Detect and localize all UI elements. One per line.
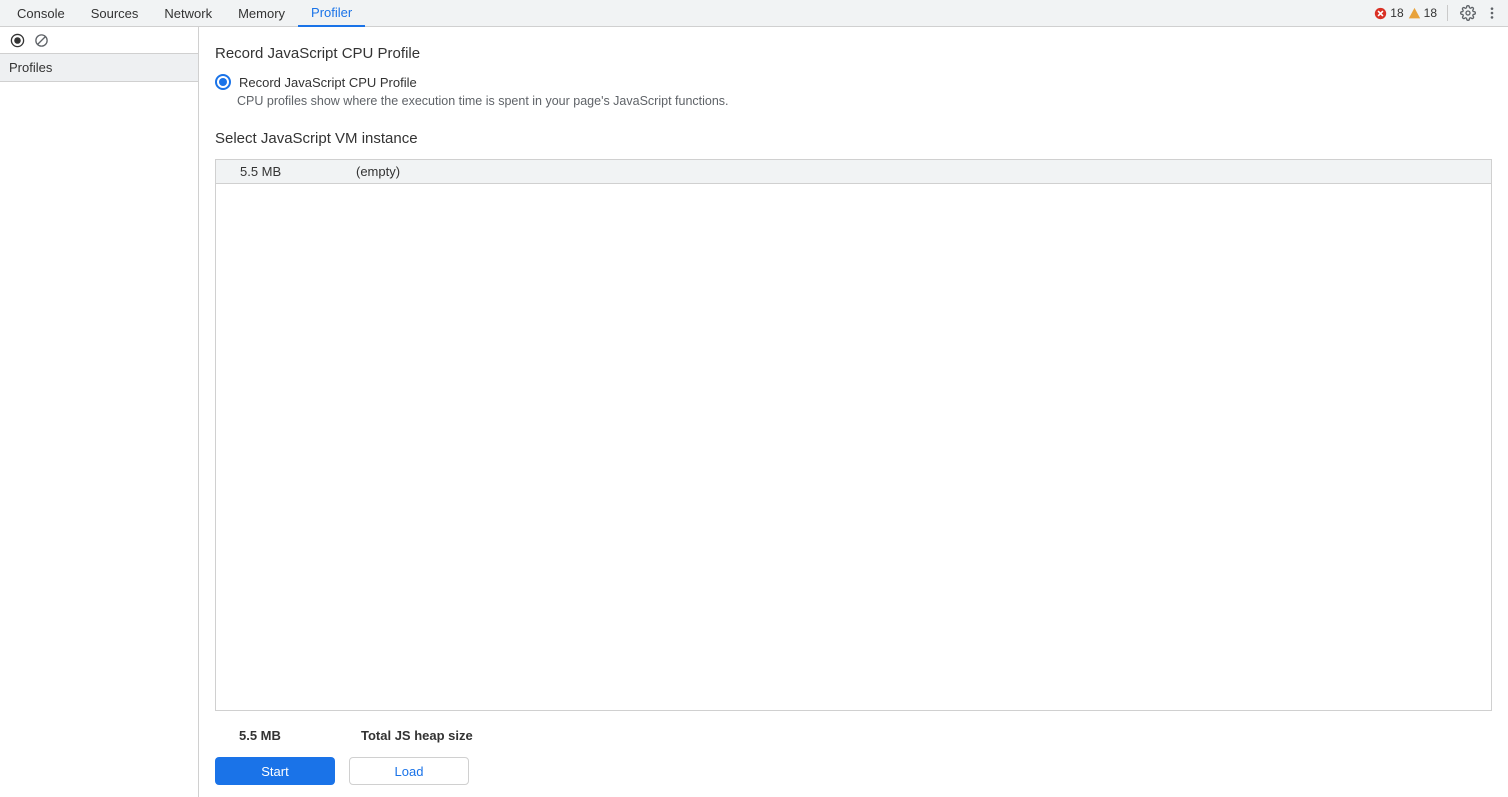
tab-sources[interactable]: Sources xyxy=(78,0,152,27)
record-icon xyxy=(10,33,25,48)
warning-count-value: 18 xyxy=(1424,6,1437,20)
warning-icon xyxy=(1408,7,1421,20)
vm-instance-size: 5.5 MB xyxy=(216,164,356,179)
warning-count[interactable]: 18 xyxy=(1408,6,1437,20)
load-button[interactable]: Load xyxy=(349,757,469,785)
gear-icon xyxy=(1460,5,1476,21)
kebab-icon xyxy=(1485,6,1499,20)
profiler-content: Record JavaScript CPU Profile Record Jav… xyxy=(199,27,1508,797)
profiles-sidebar: Profiles xyxy=(0,27,199,797)
record-cpu-profile-label[interactable]: Record JavaScript CPU Profile xyxy=(239,75,417,90)
divider xyxy=(1447,5,1448,21)
clear-icon xyxy=(34,33,49,48)
tab-console[interactable]: Console xyxy=(4,0,78,27)
vm-instance-row[interactable]: 5.5 MB (empty) xyxy=(216,160,1491,184)
error-count-value: 18 xyxy=(1390,6,1403,20)
tab-profiler[interactable]: Profiler xyxy=(298,0,365,27)
vm-instance-list: 5.5 MB (empty) xyxy=(215,159,1492,711)
status-group: 18 18 xyxy=(1374,3,1508,23)
record-button[interactable] xyxy=(8,31,26,49)
record-cpu-profile-description: CPU profiles show where the execution ti… xyxy=(237,94,1492,108)
error-count[interactable]: 18 xyxy=(1374,6,1403,20)
heap-total-label: Total JS heap size xyxy=(361,728,473,743)
tab-network[interactable]: Network xyxy=(151,0,225,27)
tab-memory[interactable]: Memory xyxy=(225,0,298,27)
settings-button[interactable] xyxy=(1458,3,1478,23)
error-icon xyxy=(1374,7,1387,20)
profiler-action-buttons: Start Load xyxy=(215,757,1492,785)
radio-selected-icon xyxy=(219,78,227,86)
record-profile-title: Record JavaScript CPU Profile xyxy=(215,45,1492,62)
devtools-tab-bar: Console Sources Network Memory Profiler … xyxy=(0,0,1508,27)
heap-summary: 5.5 MB Total JS heap size xyxy=(215,721,1492,749)
more-options-button[interactable] xyxy=(1482,3,1502,23)
clear-button[interactable] xyxy=(32,31,50,49)
heap-total-size: 5.5 MB xyxy=(215,728,361,743)
start-button[interactable]: Start xyxy=(215,757,335,785)
select-vm-title: Select JavaScript VM instance xyxy=(215,130,1492,147)
sidebar-toolbar xyxy=(0,27,198,54)
vm-instance-name: (empty) xyxy=(356,164,400,179)
profiles-section-header[interactable]: Profiles xyxy=(0,54,198,82)
record-cpu-profile-radio[interactable] xyxy=(215,74,231,90)
